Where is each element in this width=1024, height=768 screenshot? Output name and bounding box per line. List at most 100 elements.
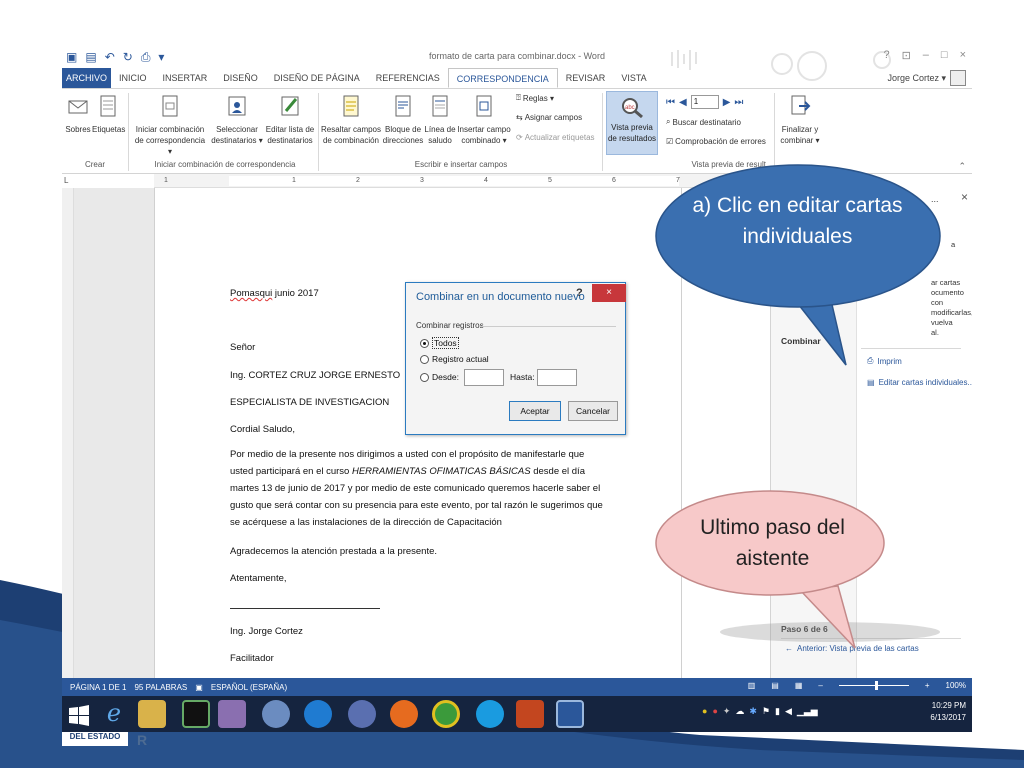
hasta-input[interactable]: [537, 369, 577, 386]
vertical-ruler[interactable]: [62, 188, 74, 678]
radio-desde-dot[interactable]: [420, 372, 429, 382]
flag-icon[interactable]: ⚑: [762, 706, 770, 717]
buscar-destinatario-button[interactable]: ⌕ Buscar destinatario: [666, 117, 741, 127]
taskbar-clock[interactable]: 10:29 PM 6/13/2017: [930, 700, 966, 724]
editar-lista-button[interactable]: Editar lista de destinatarios: [264, 93, 316, 146]
read-mode-icon[interactable]: ▥: [748, 681, 756, 690]
record-number-input[interactable]: 1: [690, 95, 719, 109]
help-icon[interactable]: ?: [883, 49, 889, 62]
zoom-level[interactable]: 100%: [946, 681, 966, 690]
desde-input[interactable]: [464, 369, 504, 386]
minimize-button[interactable]: –: [923, 49, 929, 62]
asignar-campos-button[interactable]: ⇆ Asignar campos: [516, 113, 582, 122]
tray-icon[interactable]: ☁: [735, 706, 744, 717]
bluetooth-icon[interactable]: ✱: [749, 706, 757, 717]
hasta-label: Hasta:: [510, 372, 535, 382]
letter-thanks: Agradecemos la atención prestada a la pr…: [230, 546, 438, 557]
zoom-slider[interactable]: [838, 681, 909, 690]
tab-insertar[interactable]: INSERTAR: [155, 68, 216, 88]
battery-icon[interactable]: ▮: [775, 706, 780, 717]
paint-icon[interactable]: [262, 700, 290, 728]
finalizar-label-1: Finalizar y: [781, 125, 819, 134]
letter-date: Pomasqui junio 2017: [230, 288, 319, 299]
radio-todos-dot[interactable]: [420, 338, 429, 348]
tab-revisar[interactable]: REVISAR: [558, 68, 614, 88]
tab-referencias[interactable]: REFERENCIAS: [368, 68, 448, 88]
dialog-help-icon[interactable]: ?: [576, 287, 583, 299]
word-count[interactable]: 95 PALABRAS: [134, 683, 187, 692]
skype-icon[interactable]: [476, 700, 504, 728]
chrome-icon[interactable]: [432, 700, 460, 728]
tray-icon[interactable]: ✦: [723, 706, 731, 717]
zoom-out-button[interactable]: –: [818, 681, 822, 690]
tab-diseno[interactable]: DISEÑO: [215, 68, 266, 88]
finalizar-combinar-button[interactable]: Finalizar y combinar ▾: [776, 93, 824, 146]
bloque-direcciones-button[interactable]: Bloque de direcciones: [382, 93, 424, 146]
close-button[interactable]: ×: [960, 49, 966, 62]
iniciar-combinacion-button[interactable]: Iniciar combinación de correspondencia ▾: [132, 93, 208, 157]
last-record-icon[interactable]: ⏭: [734, 97, 743, 108]
user-account[interactable]: Jorge Cortez ▾: [887, 70, 966, 86]
radio-desde[interactable]: Desde:: [420, 372, 459, 382]
print-layout-icon[interactable]: ▤: [771, 681, 779, 690]
imprimir-link[interactable]: ⎙ Imprim: [867, 356, 902, 366]
firefox-icon[interactable]: [390, 700, 418, 728]
vista-previa-button[interactable]: abc Vista previa de resultados: [606, 91, 658, 155]
tab-diseno-de-pagina[interactable]: DISEÑO DE PÁGINA: [266, 68, 368, 88]
aceptar-button[interactable]: Aceptar: [509, 401, 561, 421]
resaltar-campos-button[interactable]: Resaltar campos de combinación: [320, 93, 382, 146]
comprobacion-errores-button[interactable]: ☑ Comprobación de errores: [666, 137, 766, 146]
previous-record-icon[interactable]: ◀: [679, 97, 687, 108]
file-explorer-icon[interactable]: [138, 700, 166, 728]
network-icon[interactable]: ▁▃▅: [797, 706, 818, 717]
word-taskbar-icon[interactable]: [556, 700, 584, 728]
reglas-button[interactable]: ⍰ Reglas ▾: [516, 93, 554, 103]
pane-close-icon[interactable]: ×: [961, 190, 968, 204]
math-app-icon[interactable]: [348, 700, 376, 728]
cancelar-button[interactable]: Cancelar: [568, 401, 618, 421]
internet-explorer-icon[interactable]: ℯ: [100, 700, 128, 728]
actualizar-etiquetas-button[interactable]: ⟳ Actualizar etiquetas: [516, 133, 595, 142]
volume-icon[interactable]: ◀: [785, 706, 792, 717]
tab-vista[interactable]: VISTA: [613, 68, 654, 88]
radio-todos[interactable]: Todos: [420, 337, 459, 349]
next-record-icon[interactable]: ▶: [723, 97, 731, 108]
dialog-close-button[interactable]: ×: [592, 284, 626, 302]
ribbon-options-icon[interactable]: ⊡: [902, 49, 911, 62]
windows-start-icon[interactable]: [66, 700, 92, 728]
clock-time: 10:29 PM: [931, 701, 966, 710]
radio-registro-dot[interactable]: [420, 354, 429, 364]
previous-step-link[interactable]: ← Anterior: Vista previa de las cartas: [785, 644, 919, 653]
tray-icon[interactable]: ●: [712, 706, 717, 717]
linea-saludo-button[interactable]: Línea de saludo: [424, 93, 456, 146]
ruler-tick: 3: [420, 177, 424, 184]
maximize-button[interactable]: □: [941, 49, 948, 62]
first-record-icon[interactable]: ⏮: [666, 97, 675, 108]
page-count[interactable]: PÁGINA 1 DE 1: [70, 683, 126, 692]
sobres-button[interactable]: Sobres: [64, 93, 92, 135]
powerpoint-icon[interactable]: [516, 700, 544, 728]
radio-registro-actual[interactable]: Registro actual: [420, 354, 489, 364]
address-block-icon: [395, 95, 411, 117]
web-layout-icon[interactable]: ▦: [795, 681, 803, 690]
tab-selector[interactable]: L: [64, 176, 68, 185]
collapse-ribbon-icon[interactable]: ⌃: [958, 161, 966, 172]
teamviewer-icon[interactable]: [304, 700, 332, 728]
seleccionar-destinatarios-button[interactable]: Seleccionar destinatarios ▾: [210, 93, 264, 146]
tray-icon[interactable]: ●: [702, 706, 707, 717]
tab-archivo[interactable]: ARCHIVO: [62, 68, 112, 88]
comprobacion-label: Comprobación de errores: [675, 137, 766, 146]
zoom-in-button[interactable]: +: [925, 681, 930, 690]
editar-cartas-individuales-link[interactable]: ▤ Editar cartas individuales...: [867, 378, 972, 387]
tab-correspondencia[interactable]: CORRESPONDENCIA: [447, 68, 558, 88]
snipping-tool-icon[interactable]: [218, 700, 246, 728]
insertar-campo-button[interactable]: Insertar campo combinado ▾: [456, 93, 512, 146]
etiquetas-button[interactable]: Etiquetas: [92, 93, 125, 135]
course-name: HERRAMIENTAS OFIMATICAS BÁSICAS: [351, 466, 531, 477]
language-indicator[interactable]: ESPAÑOL (ESPAÑA): [211, 683, 287, 692]
tab-inicio[interactable]: INICIO: [111, 68, 155, 88]
camera-app-icon[interactable]: [182, 700, 210, 728]
iniciar-group-label: Iniciar combinación de correspondencia: [154, 160, 296, 169]
proofing-icon[interactable]: ▣: [195, 683, 203, 692]
horizontal-ruler[interactable]: 1 1 2 3 4 5 6 7: [154, 174, 774, 188]
